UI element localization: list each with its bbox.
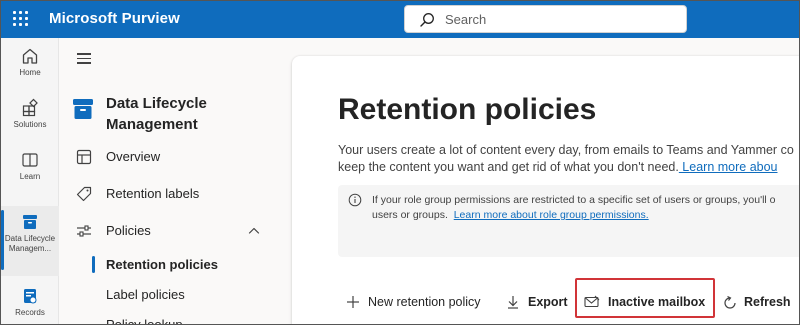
search-input[interactable]: [445, 10, 675, 28]
description-line1: Your users create a lot of content every…: [338, 143, 794, 157]
refresh-label: Refresh: [744, 295, 791, 309]
left-rail: Home Solutions Learn Data Lifecycle Mana…: [1, 38, 59, 324]
rail-item-solutions[interactable]: Solutions: [1, 98, 59, 144]
new-retention-policy-button[interactable]: New retention policy: [346, 286, 492, 318]
info-icon: [348, 193, 362, 207]
policies-icon: [77, 225, 91, 237]
export-button[interactable]: Export: [506, 286, 570, 318]
refresh-icon: [724, 295, 736, 309]
learn-more-link[interactable]: Learn more abou: [679, 160, 777, 174]
rail-label-learn: Learn: [19, 172, 41, 181]
command-toolbar: New retention policy Export Inactive mai…: [338, 286, 799, 318]
description-line2-text: keep the content you want and get rid of…: [338, 160, 679, 174]
nav-label-policies: Policies: [106, 223, 151, 238]
nav-item-retention-labels[interactable]: Retention labels: [59, 181, 281, 207]
data-lifecycle-icon: [23, 215, 37, 229]
overview-icon: [76, 149, 92, 165]
nav-label-retention-labels: Retention labels: [106, 186, 200, 201]
nav-label-overview: Overview: [106, 149, 161, 164]
rail-label-data-lifecycle: Data Lifecycle Managem...: [4, 234, 56, 253]
app-launcher-icon[interactable]: [13, 11, 29, 27]
learn-icon: [22, 153, 38, 167]
chevron-up-icon[interactable]: [247, 224, 261, 238]
top-bar: Microsoft Purview: [1, 1, 799, 38]
refresh-button[interactable]: Refresh: [722, 286, 798, 318]
search-box[interactable]: [404, 5, 687, 33]
nav-item-overview[interactable]: Overview: [59, 144, 281, 170]
info-message-bar: If your role group permissions are restr…: [338, 185, 799, 257]
page-title: Retention policies: [338, 93, 597, 126]
page-description: Your users create a lot of content every…: [338, 142, 799, 176]
main-content-card: Retention policies Your users create a l…: [292, 56, 799, 324]
rail-item-data-lifecycle[interactable]: Data Lifecycle Managem...: [1, 206, 59, 276]
solutions-icon: [22, 98, 38, 117]
records-icon: [24, 289, 37, 304]
rail-item-records[interactable]: Records: [1, 286, 59, 324]
home-icon: [22, 48, 38, 64]
data-lifecycle-header-icon: [73, 99, 93, 119]
download-icon: [508, 296, 518, 309]
nav-heading-line2: Management: [106, 116, 198, 133]
export-label: Export: [528, 295, 568, 309]
rail-label-solutions: Solutions: [13, 120, 47, 129]
nav-label-label-policies: Label policies: [106, 287, 185, 302]
app-window: Microsoft Purview Home Solutions: [0, 0, 800, 325]
rail-item-home[interactable]: Home: [1, 46, 59, 92]
app-title[interactable]: Microsoft Purview: [49, 10, 180, 27]
nav-label-policy-lookup: Policy lookup: [106, 317, 183, 325]
nav-item-policies[interactable]: Policies: [59, 218, 281, 244]
nav-item-policy-lookup[interactable]: Policy lookup: [59, 312, 281, 325]
nav-item-retention-policies[interactable]: Retention policies: [59, 252, 281, 278]
rail-item-learn[interactable]: Learn: [1, 150, 59, 196]
info-message-text: If your role group permissions are restr…: [372, 193, 776, 223]
highlight-box: [575, 278, 715, 318]
hamburger-menu-icon[interactable]: [77, 53, 93, 67]
info-line1: If your role group permissions are restr…: [372, 194, 776, 206]
nav-item-label-policies[interactable]: Label policies: [59, 282, 281, 308]
add-icon: [347, 296, 359, 308]
tag-icon: [76, 186, 92, 202]
nav-heading: Data Lifecycle Management: [106, 93, 207, 135]
secondary-nav: Data Lifecycle Management Overview Reten…: [59, 38, 281, 325]
new-retention-policy-label: New retention policy: [368, 295, 481, 309]
search-icon: [420, 13, 434, 27]
nav-label-retention-policies: Retention policies: [106, 257, 218, 272]
info-line2: users or groups. Learn more about role g…: [372, 208, 776, 223]
rail-label-home: Home: [19, 68, 41, 77]
description-line2: keep the content you want and get rid of…: [338, 159, 799, 176]
nav-heading-line1: Data Lifecycle: [106, 95, 207, 112]
rail-label-records: Records: [15, 308, 45, 317]
role-group-permissions-link[interactable]: Learn more about role group permissions.: [454, 209, 649, 221]
info-line2-text: users or groups.: [372, 209, 448, 221]
